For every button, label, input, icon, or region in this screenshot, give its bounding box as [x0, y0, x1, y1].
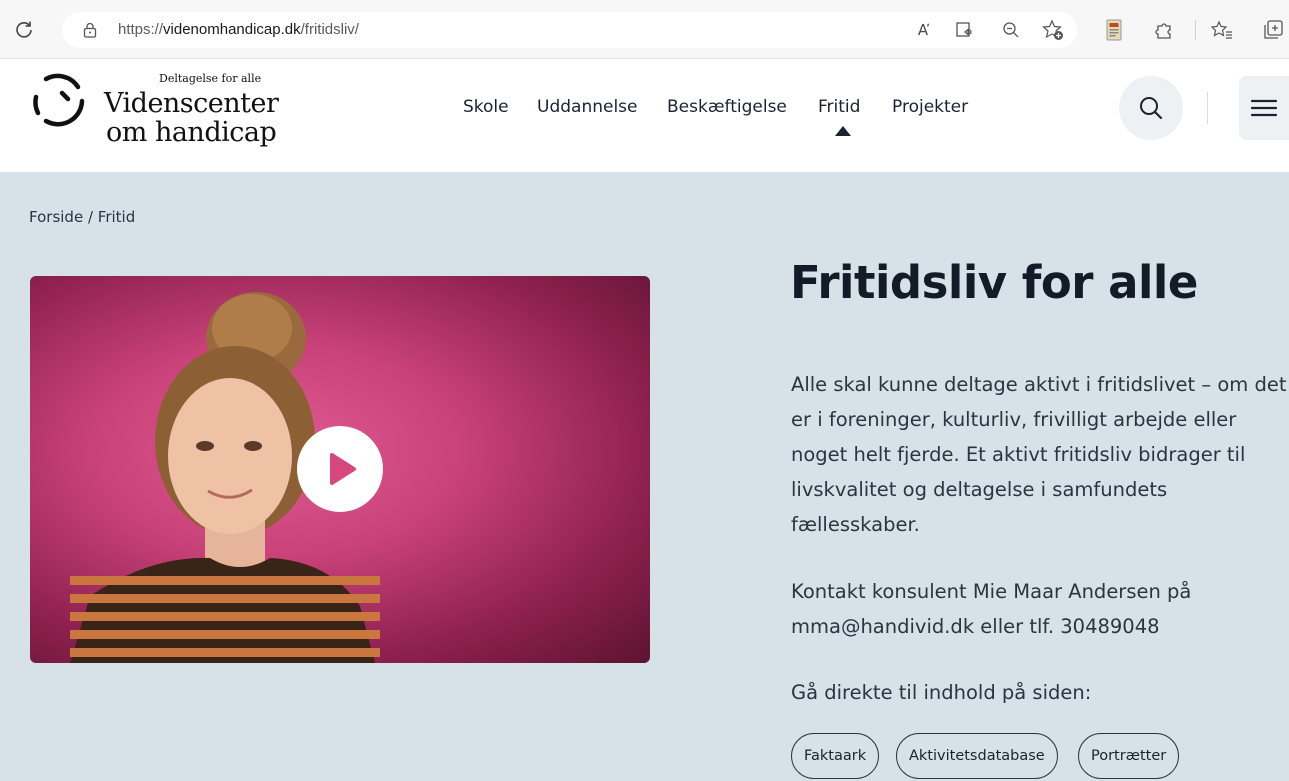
- play-icon: [330, 453, 356, 485]
- breadcrumb-home-link[interactable]: Forside: [29, 208, 83, 226]
- hamburger-menu-icon: [1250, 99, 1278, 117]
- add-favorite-icon[interactable]: [1042, 19, 1064, 41]
- main-content: Forside / Fritid Fritidsliv for alle All…: [0, 172, 1289, 781]
- breadcrumb-separator: /: [87, 208, 94, 226]
- nav-item-fritid[interactable]: Fritid: [818, 97, 860, 117]
- site-header: Deltagelse for alle Videnscenter om hand…: [0, 59, 1289, 172]
- extension-icon[interactable]: [1103, 19, 1125, 41]
- chip-faktaark[interactable]: Faktaark: [791, 733, 880, 779]
- page-title: Fritidsliv for alle: [790, 256, 1198, 309]
- jump-to-content-label: Gå direkte til indhold på siden:: [791, 681, 1092, 704]
- search-icon: [1140, 97, 1163, 120]
- contact-paragraph: Kontakt konsulent Mie Maar Andersen på m…: [791, 580, 1192, 638]
- read-aloud-icon[interactable]: A̕: [912, 19, 934, 41]
- nav-item-skole[interactable]: Skole: [463, 97, 509, 117]
- intro-paragraph: Alle skal kunne deltage aktivt i fritids…: [791, 373, 1287, 536]
- search-button[interactable]: [1119, 76, 1183, 140]
- toolbar-divider: [1195, 20, 1196, 40]
- chip-aktivitetsdatabase[interactable]: Aktivitetsdatabase: [896, 733, 1058, 779]
- zoom-out-icon[interactable]: [1000, 19, 1022, 41]
- nav-item-uddannelse[interactable]: Uddannelse: [537, 97, 638, 117]
- reload-icon[interactable]: [14, 19, 34, 39]
- immersive-reader-icon[interactable]: [954, 19, 976, 41]
- url-text: https://videnomhandicap.dk/fritidsliv/: [118, 21, 359, 38]
- menu-button[interactable]: [1239, 76, 1289, 140]
- nav-item-beskaeftigelse[interactable]: Beskæftigelse: [667, 97, 787, 117]
- chip-portraetter[interactable]: Portrætter: [1078, 733, 1180, 779]
- play-button[interactable]: [297, 426, 383, 512]
- logo-icon[interactable]: [26, 67, 90, 131]
- browser-toolbar: https://videnomhandicap.dk/fritidsliv/ A…: [0, 0, 1289, 59]
- active-nav-indicator: [835, 126, 851, 136]
- logo-tagline: Deltagelse for alle: [159, 72, 262, 85]
- puzzle-icon[interactable]: [1153, 19, 1175, 41]
- video-player[interactable]: [30, 276, 650, 663]
- logo-wordmark-line1[interactable]: Videnscenter: [104, 88, 279, 119]
- breadcrumb: Forside / Fritid: [29, 208, 135, 226]
- favorites-icon[interactable]: [1211, 19, 1233, 41]
- breadcrumb-current: Fritid: [97, 208, 136, 226]
- lock-icon[interactable]: [82, 22, 98, 38]
- logo-wordmark-line2[interactable]: om handicap: [106, 117, 277, 148]
- nav-item-projekter[interactable]: Projekter: [892, 97, 968, 117]
- header-divider: [1207, 92, 1208, 124]
- collections-icon[interactable]: [1262, 19, 1284, 41]
